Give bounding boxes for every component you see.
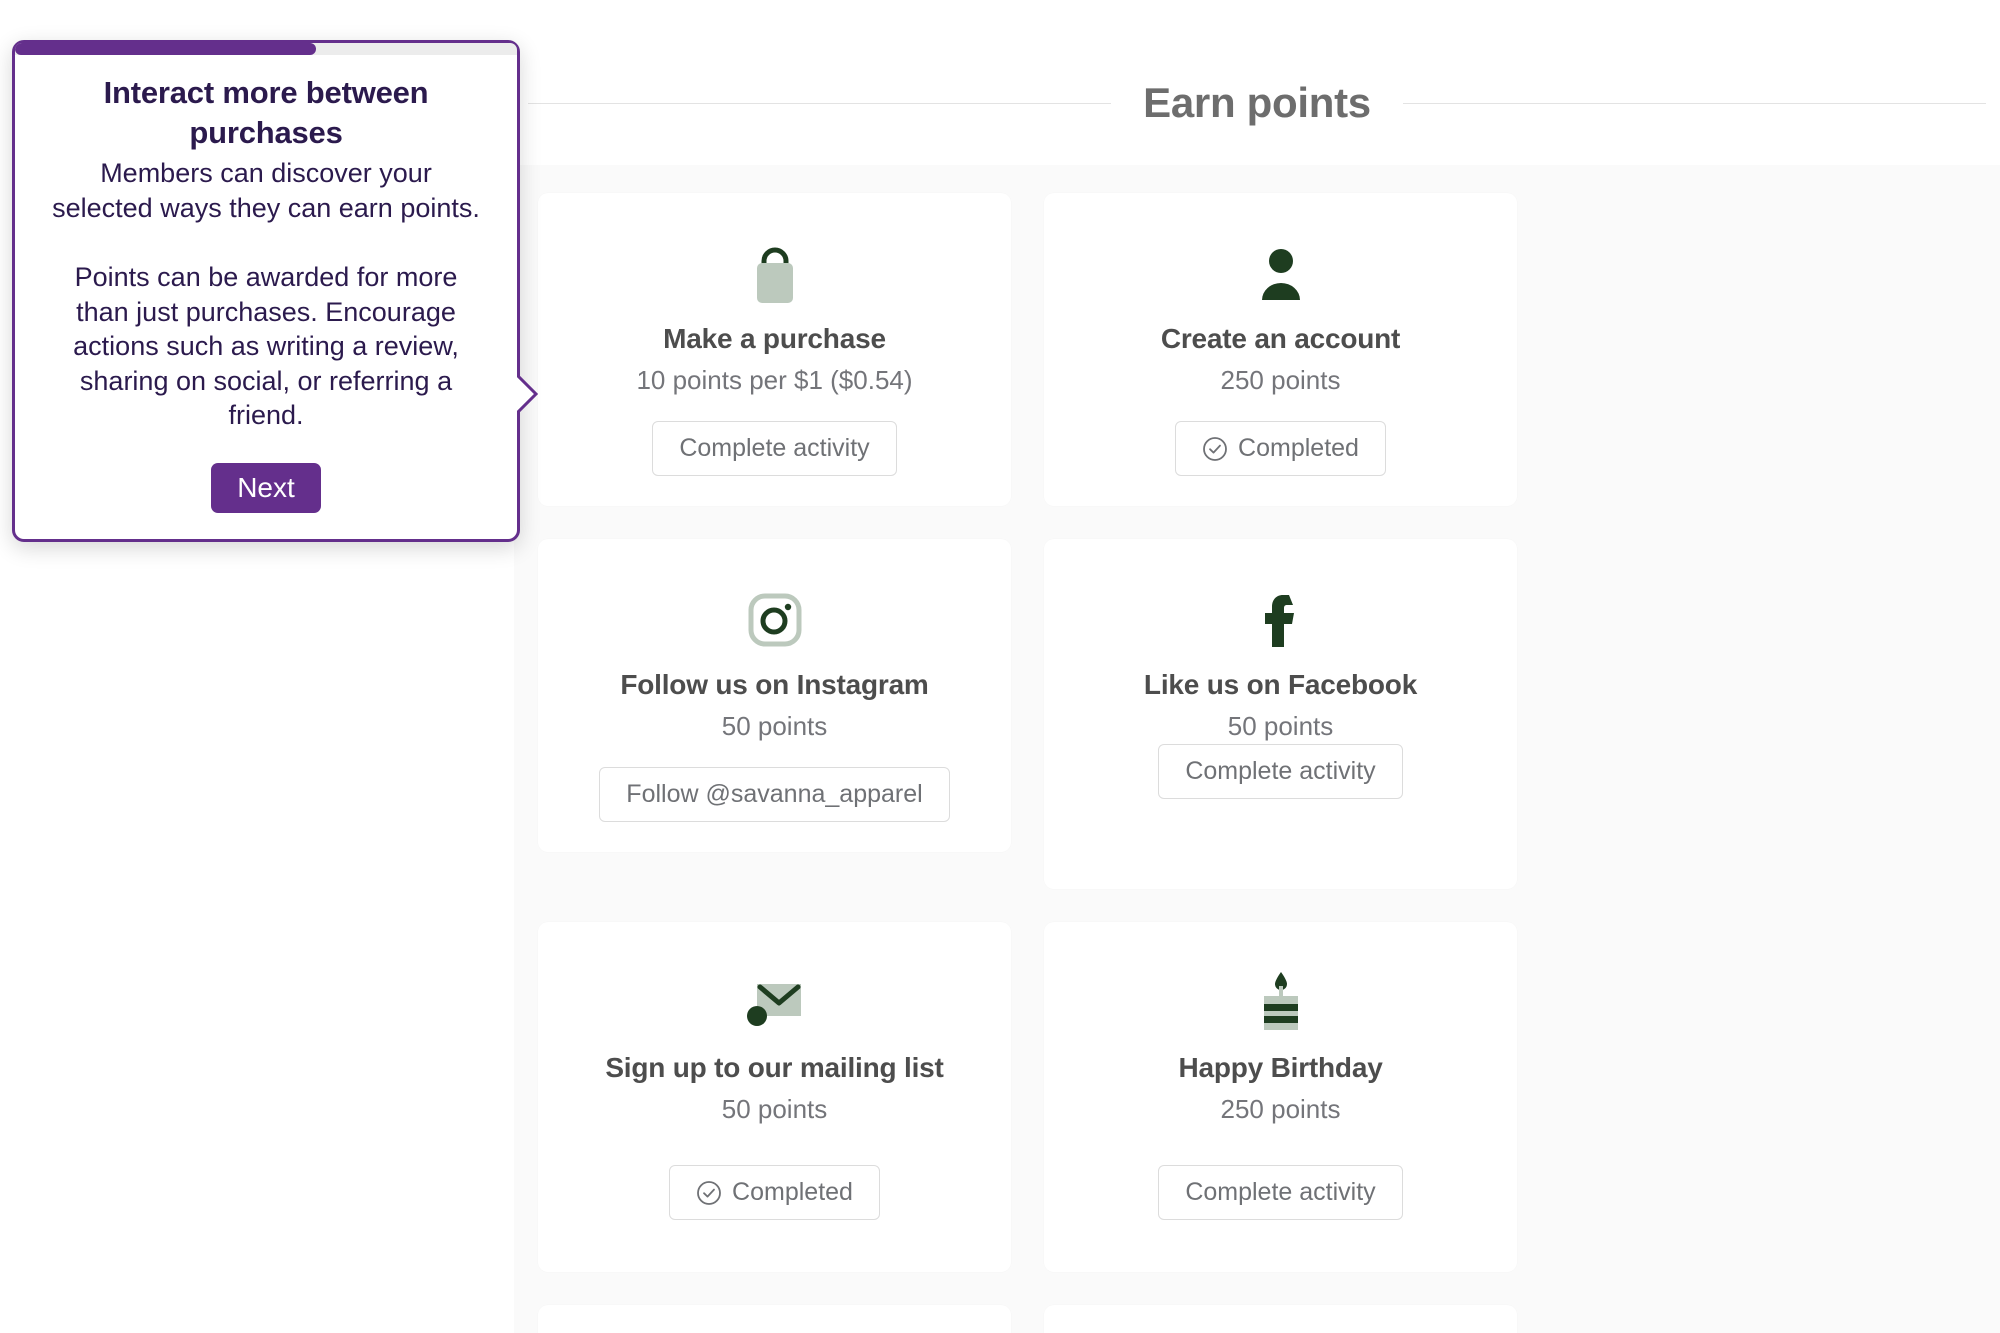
card-title: Sign up to our mailing list (605, 1052, 944, 1083)
card-action-label: Complete activity (1185, 757, 1376, 785)
earn-points-card: Like us on Facebook 50 points Complete act… (1044, 539, 1517, 889)
card-points-value: 250 points (1220, 1094, 1341, 1124)
check-circle-icon (1202, 436, 1228, 462)
earn-points-card: Make a purchase 10 points per $1 ($0.54) C… (538, 193, 1011, 506)
card-title: Make a purchase (663, 323, 886, 354)
screen-root: Earn points Make a purchase 10 points per… (0, 0, 2000, 1333)
birthday-cake-icon (1254, 968, 1308, 1038)
earn-points-card: Sign up to our mailing list 50 points Com… (538, 922, 1011, 1272)
complete-activity-button[interactable]: Complete activity (1158, 744, 1403, 799)
envelope-icon (744, 968, 806, 1038)
card-title: Follow us on Instagram (620, 669, 929, 700)
card-points-value: 250 points (1220, 365, 1341, 395)
tooltip-pointer-arrow (515, 373, 539, 415)
card-points-value: 50 points (721, 711, 828, 741)
earn-points-panel: Earn points Make a purchase 10 points per… (514, 0, 2000, 1333)
card-action-label: Completed (732, 1178, 853, 1206)
tooltip-title: Interact more between purchases (103, 75, 429, 150)
earn-points-grid: Make a purchase 10 points per $1 ($0.54) C… (514, 165, 2000, 1333)
onboarding-tooltip: Interact more between purchases Members … (12, 40, 539, 542)
tooltip-progress-track (15, 43, 517, 55)
complete-activity-button[interactable]: Complete activity (1158, 1165, 1403, 1220)
shopping-bag-icon (748, 239, 802, 309)
person-icon (1258, 239, 1304, 309)
instagram-icon (748, 585, 802, 655)
card-points-value: 10 points per $1 ($0.54) (636, 365, 913, 395)
earn-points-card: Leave a review via email100 points (1044, 1305, 1517, 1333)
tooltip-progress-fill (15, 43, 317, 55)
complete-activity-button[interactable]: Complete activity (652, 421, 897, 476)
completed-button[interactable]: Completed (669, 1165, 880, 1220)
tooltip-description: Members can discover your selected ways … (52, 158, 480, 431)
next-button[interactable]: Next (211, 462, 321, 513)
completed-button[interactable]: Completed (1175, 421, 1386, 476)
earn-points-card: Follow us on Instagram 50 points Follow @s… (538, 539, 1011, 852)
card-points-value: 50 points (1227, 711, 1334, 741)
heading-rule-left (528, 102, 1112, 104)
card-title: Like us on Facebook (1143, 669, 1418, 700)
earn-points-heading: Earn points (514, 72, 2000, 134)
complete-activity-button[interactable]: Follow @savanna_apparel (599, 767, 950, 822)
card-title: Create an account (1160, 323, 1401, 354)
facebook-icon (1259, 585, 1303, 655)
card-action-label: Follow @savanna_apparel (626, 780, 923, 808)
tooltip-body: Interact more between purchases Members … (15, 55, 517, 539)
card-action-label: Complete activity (1185, 1178, 1376, 1206)
card-points-value: 50 points (721, 1094, 828, 1124)
check-circle-icon (696, 1180, 722, 1206)
earn-points-card: Happy Birthday 250 points Complete activit… (1044, 922, 1517, 1272)
earn-points-card: Refer your friends2,000 points (538, 1305, 1011, 1333)
heading-rule-right (1402, 102, 1987, 104)
page-title: Earn points (1143, 79, 1371, 126)
earn-points-card: Create an account 250 points Completed (1044, 193, 1517, 506)
card-action-label: Complete activity (679, 434, 870, 462)
card-title: Happy Birthday (1178, 1052, 1383, 1083)
card-action-label: Completed (1238, 434, 1359, 462)
